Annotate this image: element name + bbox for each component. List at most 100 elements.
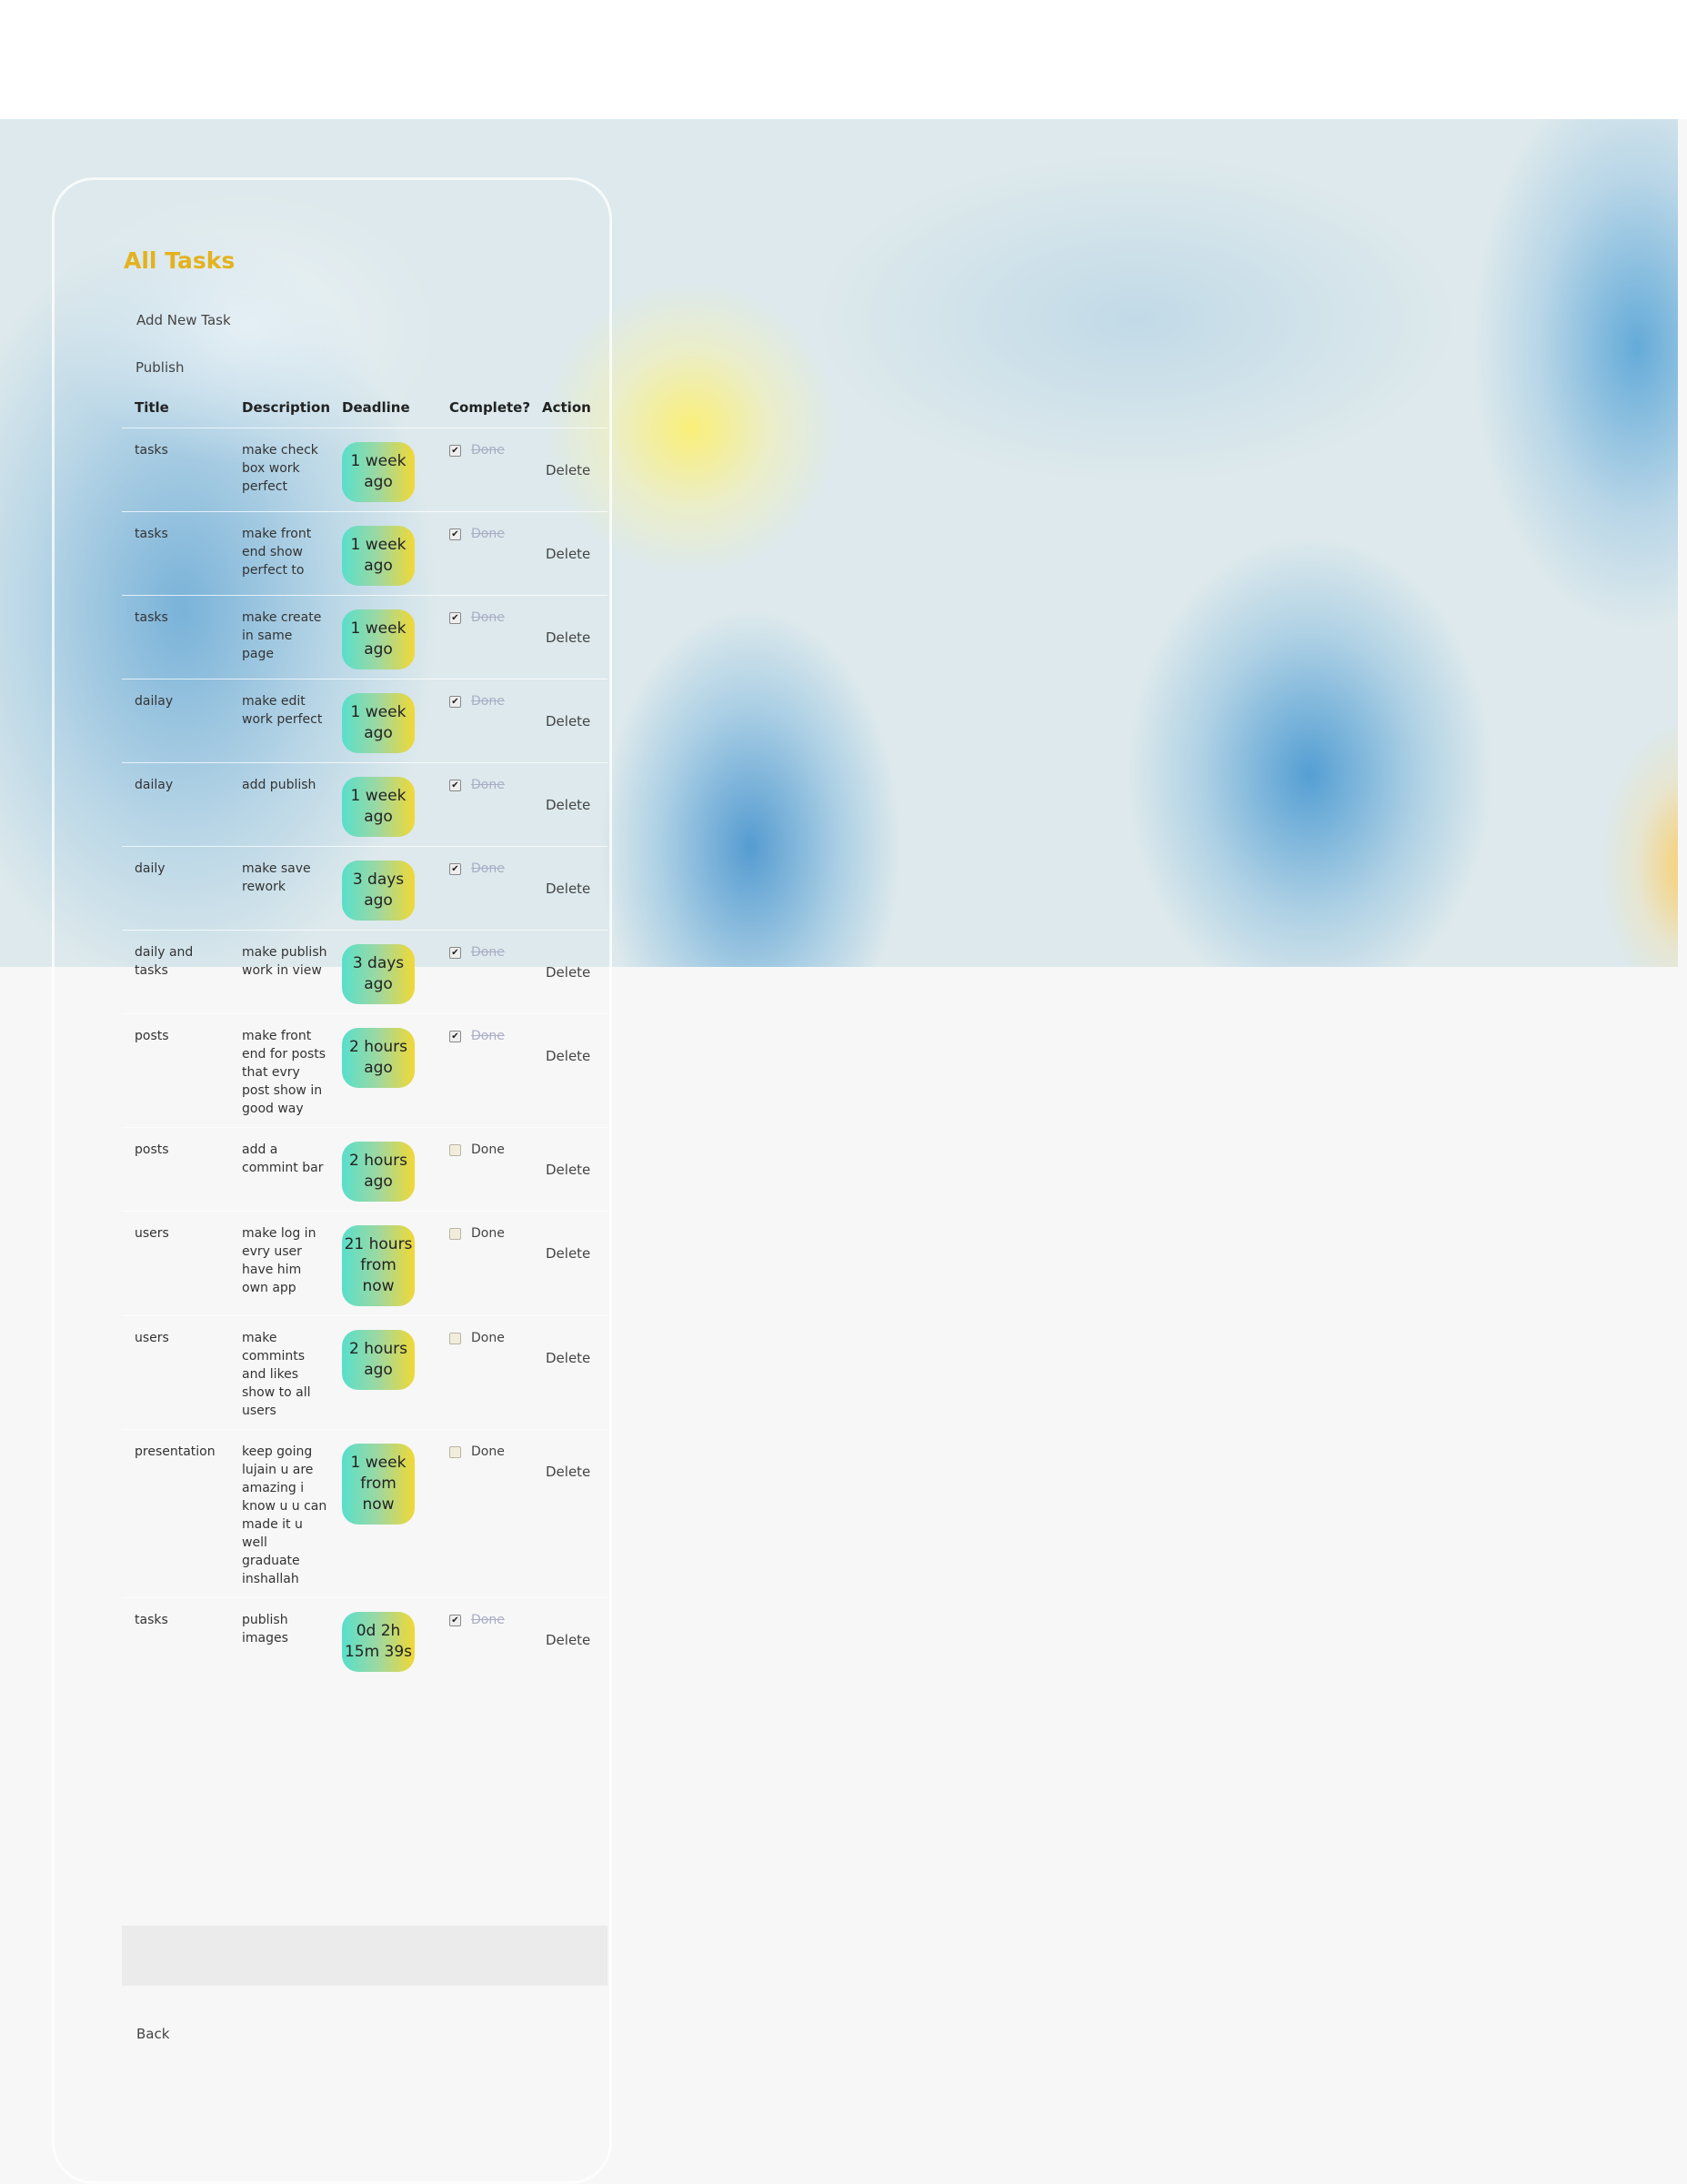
delete-task-link[interactable]: Delete <box>546 1245 590 1262</box>
task-action-cell: Delete <box>529 930 608 1014</box>
tasks-table: Title Description Deadline Complete? Act… <box>122 387 608 1681</box>
task-action-cell: Delete <box>529 428 608 512</box>
column-header-title: Title <box>122 387 229 428</box>
done-label: Done <box>471 527 505 541</box>
task-action-cell: Delete <box>529 1598 608 1682</box>
complete-toggle[interactable]: ✔ Done <box>449 692 526 710</box>
task-row: daily make save rework 3 days ago ✔ Done Dele… <box>122 846 608 931</box>
task-deadline-cell: 1 week ago <box>329 762 437 847</box>
complete-toggle[interactable]: Done <box>449 1443 526 1461</box>
task-action-cell: Delete <box>529 1127 608 1212</box>
done-label: Done <box>471 1331 505 1345</box>
done-label: Done <box>471 778 505 792</box>
delete-task-link[interactable]: Delete <box>546 881 590 897</box>
delete-task-link[interactable]: Delete <box>546 546 590 562</box>
complete-toggle[interactable]: ✔ Done <box>449 860 526 878</box>
task-complete-cell: Done <box>437 1211 529 1316</box>
delete-task-link[interactable]: Delete <box>546 1048 590 1064</box>
task-action-cell: Delete <box>529 1315 608 1430</box>
checkbox-checked-icon[interactable]: ✔ <box>449 862 461 875</box>
complete-toggle[interactable]: ✔ Done <box>449 525 526 543</box>
task-row: dailay add publish 1 week ago ✔ Done Delete <box>122 762 608 847</box>
task-complete-cell: ✔ Done <box>437 762 529 847</box>
done-label: Done <box>471 1226 505 1241</box>
complete-toggle[interactable]: Done <box>449 1329 526 1347</box>
deadline-badge: 3 days ago <box>342 944 415 1004</box>
page-title: All Tasks <box>124 247 236 274</box>
add-new-task-link[interactable]: Add New Task <box>136 312 231 328</box>
task-row: presentation keep going lujain u are amaz… <box>122 1429 608 1598</box>
column-header-complete: Complete? <box>437 387 530 428</box>
task-complete-cell: ✔ Done <box>437 846 529 931</box>
task-title: dailay <box>122 679 229 763</box>
task-row: posts add a commint bar 2 hours ago Done Del… <box>122 1127 608 1212</box>
task-deadline-cell: 21 hours from now <box>329 1211 437 1316</box>
task-complete-cell: Done <box>437 1429 529 1598</box>
complete-toggle[interactable]: ✔ Done <box>449 943 526 961</box>
task-description: make commints and likes show to all user… <box>229 1315 329 1430</box>
task-title: tasks <box>122 595 229 679</box>
complete-toggle[interactable]: ✔ Done <box>449 441 526 459</box>
task-complete-cell: ✔ Done <box>437 930 529 1014</box>
deadline-badge: 2 hours ago <box>342 1142 415 1202</box>
checkbox-checked-icon[interactable]: ✔ <box>449 1614 461 1626</box>
task-deadline-cell: 3 days ago <box>329 930 437 1014</box>
done-label: Done <box>471 861 505 876</box>
delete-task-link[interactable]: Delete <box>546 1464 590 1480</box>
task-deadline-cell: 1 week from now <box>329 1429 437 1598</box>
task-description: make publish work in view <box>229 930 329 1014</box>
task-deadline-cell: 0d 2h 15m 39s <box>329 1598 437 1682</box>
done-label: Done <box>471 1029 505 1043</box>
task-complete-cell: Done <box>437 1315 529 1430</box>
complete-toggle[interactable]: Done <box>449 1141 526 1159</box>
checkbox-checked-icon[interactable]: ✔ <box>449 611 461 624</box>
deadline-badge: 0d 2h 15m 39s <box>342 1612 415 1672</box>
task-title: daily <box>122 846 229 931</box>
task-deadline-cell: 1 week ago <box>329 679 437 763</box>
delete-task-link[interactable]: Delete <box>546 797 590 813</box>
task-row: users make log in evry user have him own … <box>122 1211 608 1316</box>
task-action-cell: Delete <box>529 1013 608 1128</box>
delete-task-link[interactable]: Delete <box>546 964 590 981</box>
checkbox-checked-icon[interactable]: ✔ <box>449 946 461 959</box>
checkbox-unchecked-icon[interactable] <box>449 1445 461 1458</box>
task-action-cell: Delete <box>529 1211 608 1316</box>
deadline-badge: 1 week ago <box>342 526 415 586</box>
checkbox-checked-icon[interactable]: ✔ <box>449 1030 461 1042</box>
task-deadline-cell: 3 days ago <box>329 846 437 931</box>
delete-task-link[interactable]: Delete <box>546 713 590 730</box>
delete-task-link[interactable]: Delete <box>546 629 590 646</box>
task-description: add a commint bar <box>229 1127 329 1212</box>
complete-toggle[interactable]: ✔ Done <box>449 776 526 794</box>
task-deadline-cell: 2 hours ago <box>329 1315 437 1430</box>
checkbox-checked-icon[interactable]: ✔ <box>449 695 461 708</box>
task-complete-cell: Done <box>437 1127 529 1212</box>
complete-toggle[interactable]: ✔ Done <box>449 1027 526 1045</box>
complete-toggle[interactable]: Done <box>449 1224 526 1243</box>
delete-task-link[interactable]: Delete <box>546 462 590 478</box>
delete-task-link[interactable]: Delete <box>546 1632 590 1648</box>
checkbox-unchecked-icon[interactable] <box>449 1227 461 1240</box>
table-header-row: Title Description Deadline Complete? Act… <box>122 387 608 428</box>
complete-toggle[interactable]: ✔ Done <box>449 609 526 627</box>
checkbox-unchecked-icon[interactable] <box>449 1332 461 1344</box>
column-header-action: Action <box>529 387 608 428</box>
back-link[interactable]: Back <box>136 2026 169 2042</box>
delete-task-link[interactable]: Delete <box>546 1350 590 1366</box>
task-title: tasks <box>135 1613 168 1627</box>
checkbox-unchecked-icon[interactable] <box>449 1143 461 1156</box>
checkbox-checked-icon[interactable]: ✔ <box>449 444 461 457</box>
publish-link[interactable]: Publish <box>136 359 184 376</box>
complete-toggle[interactable]: ✔ Done <box>449 1611 526 1629</box>
task-row: tasks make create in same page 1 week ago ✔… <box>122 595 608 679</box>
task-description: publish images <box>242 1613 288 1646</box>
done-label: Done <box>471 1613 505 1627</box>
done-label: Done <box>471 1142 505 1157</box>
done-label: Done <box>471 694 505 709</box>
deadline-badge: 1 week ago <box>342 693 415 753</box>
task-description: make log in evry user have him own app <box>229 1211 329 1316</box>
checkbox-checked-icon[interactable]: ✔ <box>449 779 461 791</box>
task-action-cell: Delete <box>529 595 608 679</box>
checkbox-checked-icon[interactable]: ✔ <box>449 528 461 540</box>
delete-task-link[interactable]: Delete <box>546 1162 590 1178</box>
